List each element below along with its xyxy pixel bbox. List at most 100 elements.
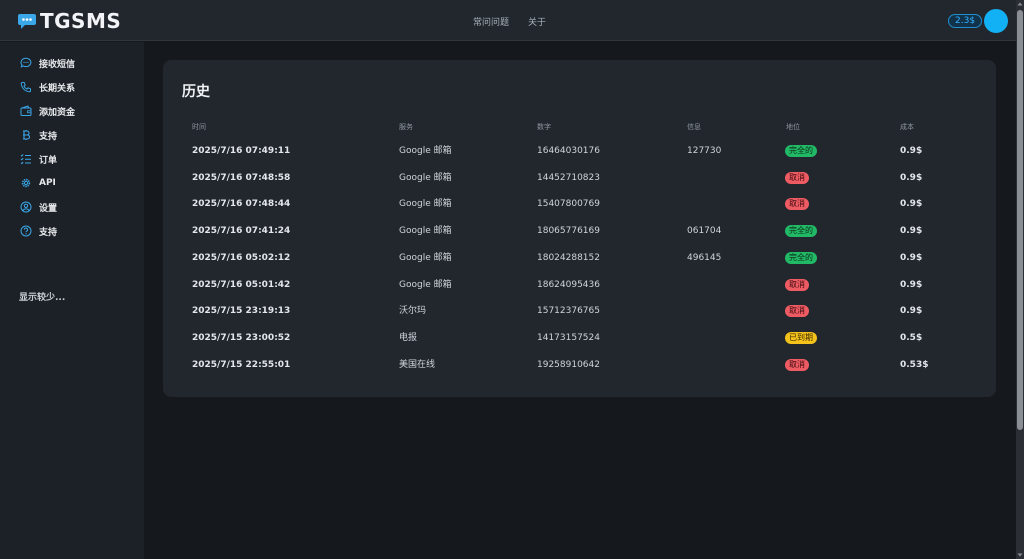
table-row: 2025/7/16 07:48:58 Google 邮箱 14452710823 0.… xyxy=(163,165,996,191)
bitcoin-icon xyxy=(23,130,31,140)
status-badge: 取消 xyxy=(785,358,809,371)
sidebar-item-label: 设置 xyxy=(39,203,58,214)
top-nav: 常问问题 关于 xyxy=(473,15,565,28)
row-time: 2025/7/15 23:00:52 xyxy=(192,332,291,343)
status-badge: 取消 xyxy=(785,305,809,318)
table-row: 2025/7/15 23:19:13 沃尔玛 15712376765 0.9$ 取消 xyxy=(163,298,996,324)
row-cost: 0.9$ xyxy=(900,226,923,237)
column-header-info: 信息 xyxy=(687,123,701,131)
status-badge: 取消 xyxy=(785,171,809,184)
page-title: 历史 xyxy=(182,84,210,100)
nav-faq-link[interactable]: 常问问题 xyxy=(473,15,509,28)
row-time: 2025/7/15 22:55:01 xyxy=(192,359,291,370)
row-service: Google 邮箱 xyxy=(399,172,452,183)
sidebar-item-label: 接收短信 xyxy=(39,59,76,70)
scroll-up-icon[interactable] xyxy=(1017,1,1023,7)
row-info: 496145 xyxy=(687,252,722,263)
row-cost: 0.9$ xyxy=(900,199,923,210)
sidebar-item-receive-sms[interactable]: 接收短信 xyxy=(20,56,75,70)
row-cost: 0.5$ xyxy=(900,332,923,343)
phone-icon xyxy=(20,82,31,93)
table-row: 2025/7/16 07:48:44 Google 邮箱 15407800769 0.… xyxy=(163,191,996,217)
status-badge: 完全的 xyxy=(785,145,817,157)
row-number: 16464030176 xyxy=(537,146,600,156)
status-badge: 完全的 xyxy=(785,225,817,238)
sidebar-item-support[interactable]: 支持 xyxy=(20,224,57,238)
show-less-link[interactable]: 显示较少... xyxy=(19,290,65,303)
row-cost: 0.53$ xyxy=(900,359,929,370)
row-info: 127730 xyxy=(687,146,722,156)
avatar[interactable] xyxy=(984,9,1008,33)
table-row: 2025/7/16 07:41:24 Google 邮箱 18065776169 06… xyxy=(163,218,996,244)
row-number: 15712376765 xyxy=(537,306,600,317)
row-number: 18065776169 xyxy=(537,226,600,237)
table-row: 2025/7/16 07:49:11 Google 邮箱 16464030176 12… xyxy=(163,138,996,164)
row-number: 14452710823 xyxy=(537,172,600,183)
sidebar-item-label: 订单 xyxy=(39,155,58,166)
sidebar-item-orders[interactable]: 订单 xyxy=(20,152,57,166)
gear-icon xyxy=(21,178,31,188)
column-header-time: 时间 xyxy=(192,123,206,131)
top-navbar: TGSMS 常问问题 关于 2.3$ xyxy=(0,0,1016,41)
sidebar-item-label: 支持 xyxy=(39,227,58,238)
row-cost: 0.9$ xyxy=(900,172,923,183)
status-badge: 取消 xyxy=(785,198,809,211)
row-time: 2025/7/16 07:41:24 xyxy=(192,226,291,237)
row-service: Google 邮箱 xyxy=(399,199,452,210)
scrollbar[interactable] xyxy=(1016,0,1024,559)
row-service: Google 邮箱 xyxy=(399,279,452,290)
scroll-down-icon[interactable] xyxy=(1017,552,1023,558)
row-time: 2025/7/16 05:01:42 xyxy=(192,279,291,290)
row-service: Google 邮箱 xyxy=(399,146,452,156)
row-time: 2025/7/16 07:48:58 xyxy=(192,172,291,183)
row-service: 沃尔玛 xyxy=(399,306,427,317)
help-circle-icon xyxy=(20,225,32,237)
column-header-number: 数字 xyxy=(537,123,551,131)
row-cost: 0.9$ xyxy=(900,306,923,317)
sidebar-item-label: API xyxy=(39,178,56,188)
row-time: 2025/7/15 23:19:13 xyxy=(192,306,291,317)
sidebar-item-api[interactable]: API xyxy=(20,176,56,190)
sidebar-item-settings[interactable]: 设置 xyxy=(20,200,57,214)
app-name: TGSMS xyxy=(40,9,122,33)
user-circle-icon xyxy=(20,201,32,213)
sidebar-item-label: 长期关系 xyxy=(39,83,76,94)
status-badge: 已到期 xyxy=(785,331,817,344)
balance-badge[interactable]: 2.3$ xyxy=(948,14,983,28)
chat-bubble-icon xyxy=(20,57,32,68)
row-cost: 0.9$ xyxy=(900,279,923,290)
sidebar-item-label: 添加资金 xyxy=(39,107,76,118)
status-badge: 完全的 xyxy=(785,251,817,264)
status-badge: 取消 xyxy=(785,278,809,291)
row-number: 15407800769 xyxy=(537,199,600,210)
table-row: 2025/7/16 05:02:12 Google 邮箱 18024288152 49… xyxy=(163,245,996,271)
table-row: 2025/7/15 22:55:01 美国在线 19258910642 0.53$ 取消 xyxy=(163,352,996,378)
row-service: 美国在线 xyxy=(399,359,436,370)
sidebar-item-long-term[interactable]: 长期关系 xyxy=(20,80,75,94)
column-header-cost: 成本 xyxy=(900,123,914,131)
row-time: 2025/7/16 05:02:12 xyxy=(192,252,291,263)
row-info: 061704 xyxy=(687,226,722,237)
row-number: 18024288152 xyxy=(537,252,600,263)
nav-about-link[interactable]: 关于 xyxy=(528,15,546,28)
column-header-service: 服务 xyxy=(399,123,413,131)
table-row: 2025/7/15 23:00:52 电报 14173157524 0.5$ 已到期 xyxy=(163,325,996,351)
row-cost: 0.9$ xyxy=(900,146,923,156)
list-icon xyxy=(20,154,31,165)
table-row: 2025/7/16 05:01:42 Google 邮箱 18624095436 0.… xyxy=(163,272,996,298)
chat-logo-icon xyxy=(18,14,36,29)
row-service: 电报 xyxy=(399,332,418,343)
row-number: 14173157524 xyxy=(537,332,600,343)
scrollbar-thumb[interactable] xyxy=(1017,10,1023,430)
history-card: 历史 时间 服务 数字 信息 地位 成本 2025/7/16 07:49:11 G… xyxy=(163,60,996,397)
row-service: Google 邮箱 xyxy=(399,252,452,263)
sidebar-item-add-funds[interactable]: 添加资金 xyxy=(20,104,75,118)
row-time: 2025/7/16 07:48:44 xyxy=(192,199,291,210)
column-header-status: 地位 xyxy=(786,123,800,131)
sidebar-item-support-crypto[interactable]: 支持 xyxy=(20,128,57,142)
sidebar-item-label: 支持 xyxy=(39,131,58,142)
row-number: 18624095436 xyxy=(537,279,600,290)
logo[interactable]: TGSMS xyxy=(17,9,121,33)
wallet-icon xyxy=(20,105,32,116)
row-time: 2025/7/16 07:49:11 xyxy=(192,146,291,156)
